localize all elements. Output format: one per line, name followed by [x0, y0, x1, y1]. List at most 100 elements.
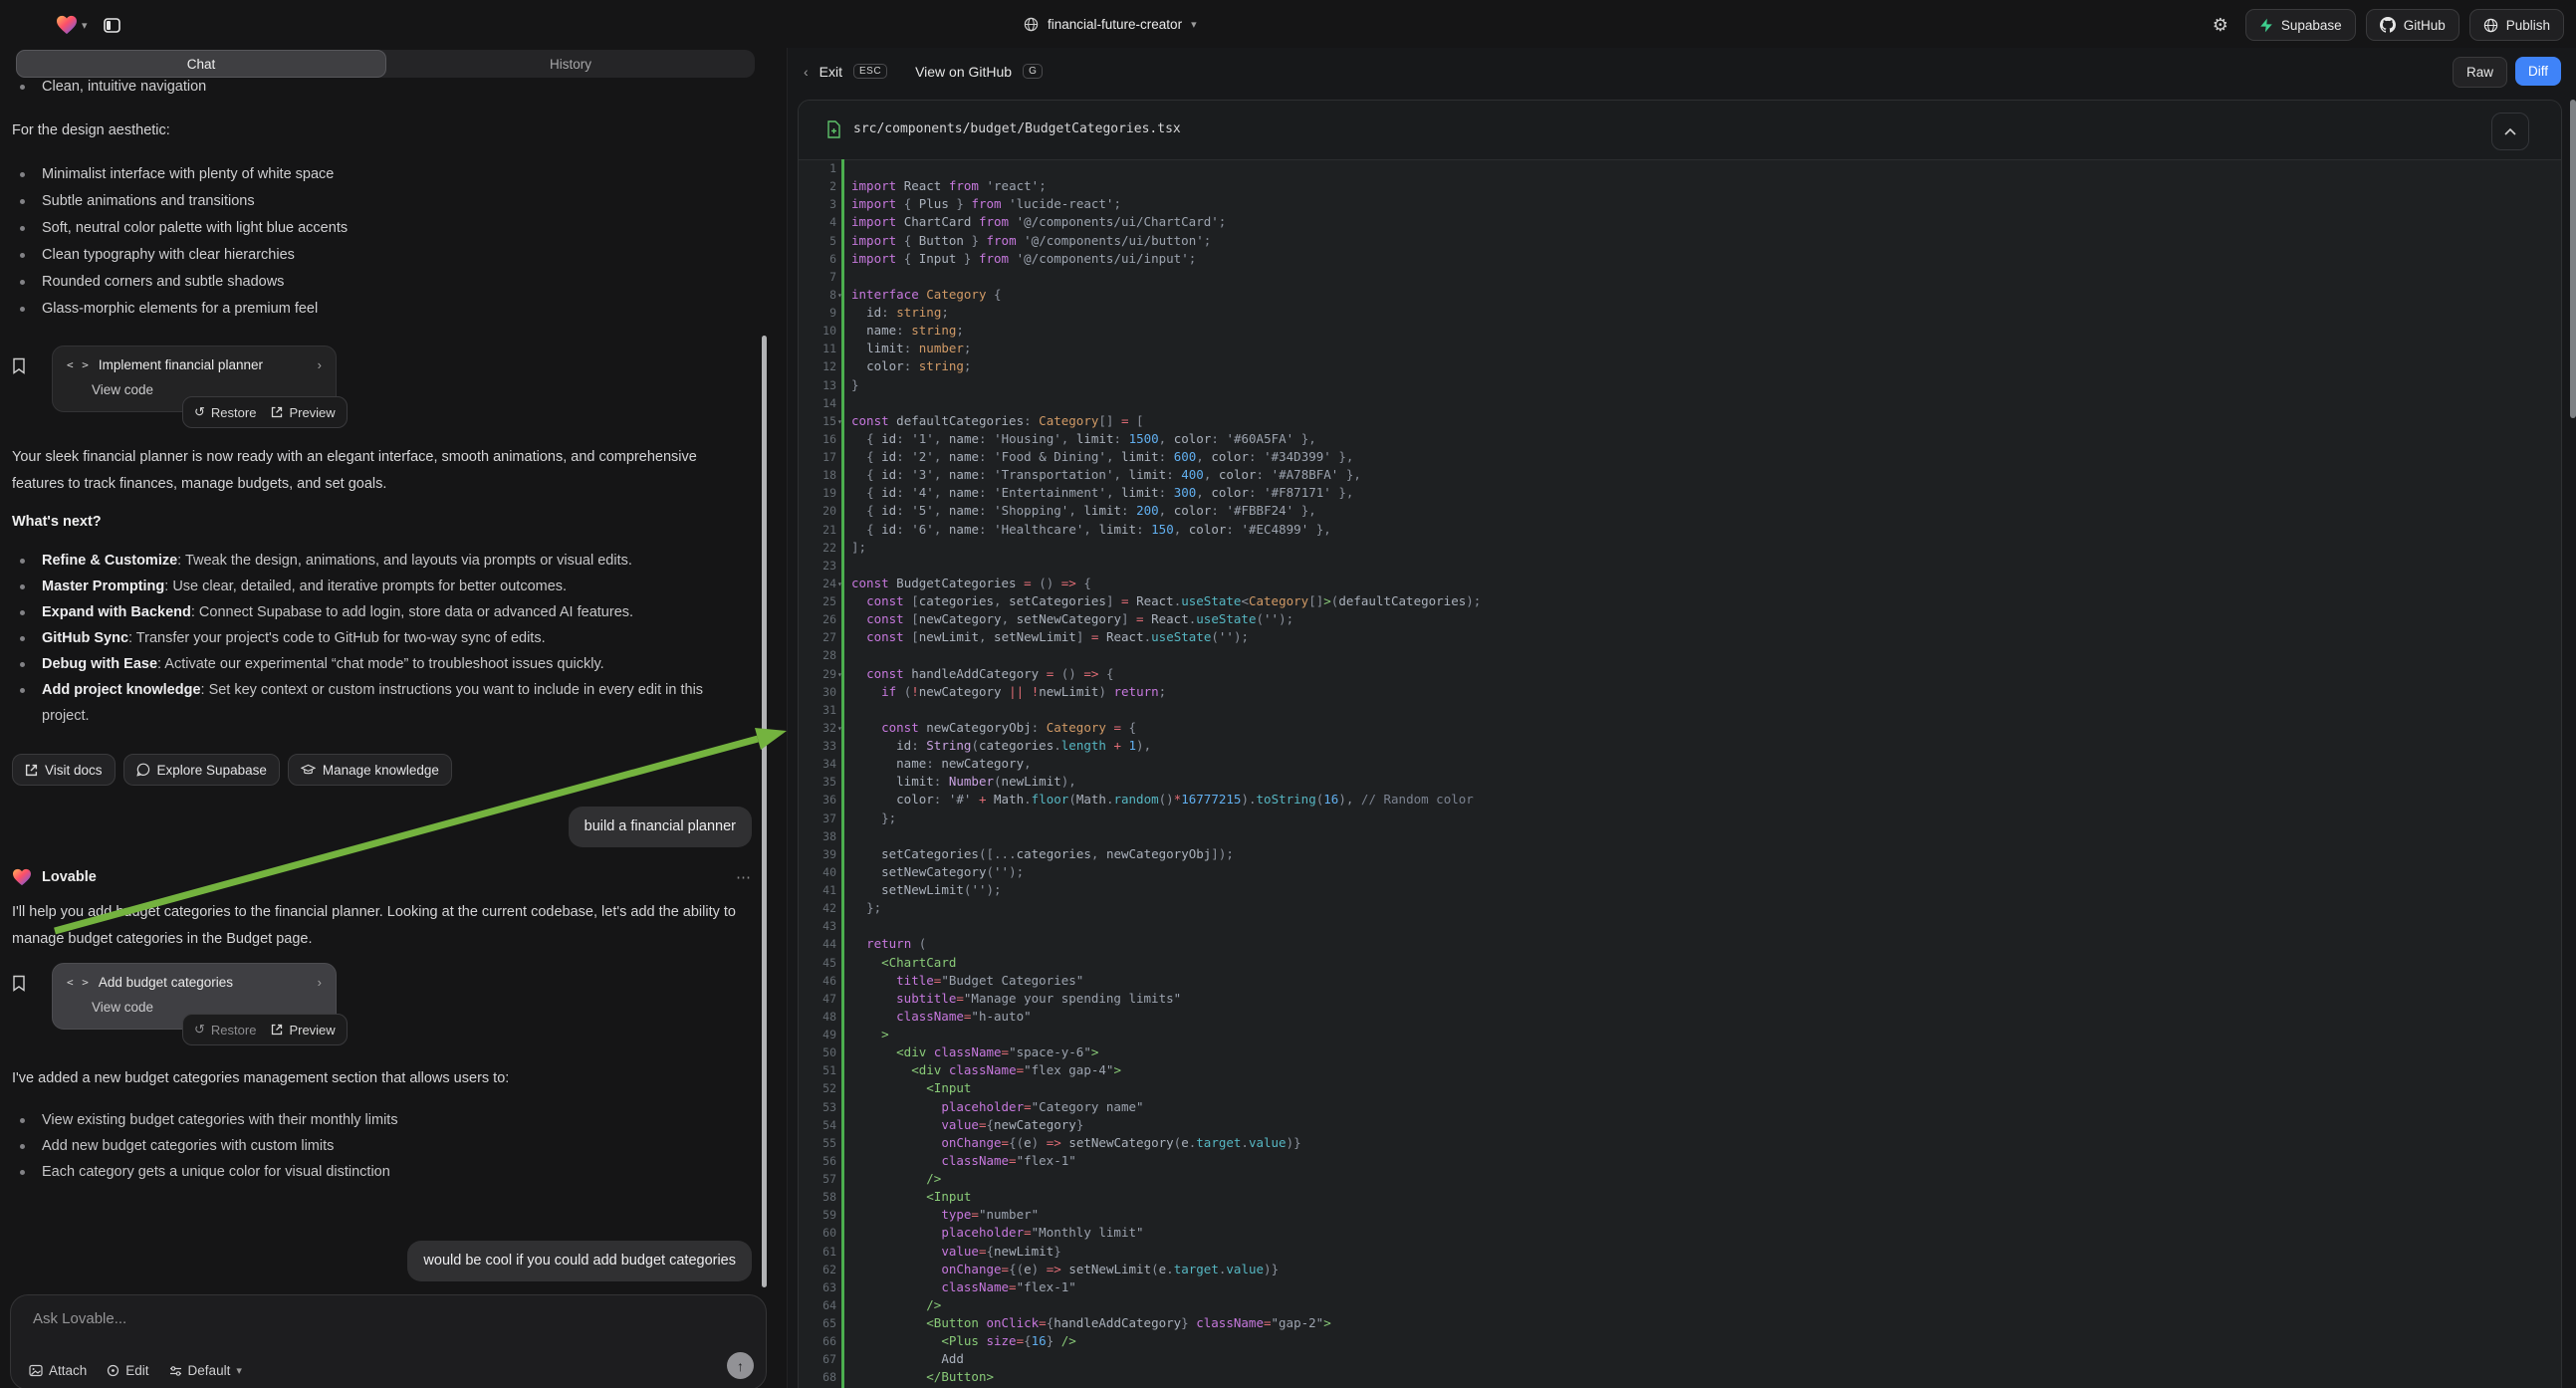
code-line: 46 title="Budget Categories" [799, 972, 2561, 990]
code-line: 9 id: string; [799, 304, 2561, 322]
code-line: 47 subtitle="Manage your spending limits… [799, 990, 2561, 1008]
code-line: 19 { id: '4', name: 'Entertainment', lim… [799, 484, 2561, 502]
code-scrollbar[interactable] [2570, 100, 2576, 418]
list-item: Debug with Ease: Activate our experiment… [12, 651, 744, 677]
file-path: src/components/budget/BudgetCategories.t… [853, 121, 1181, 136]
version-title: Implement financial planner [99, 357, 263, 372]
code-line: 58 <Input [799, 1188, 2561, 1206]
code-line: 54 value={newCategory} [799, 1116, 2561, 1134]
bookmark-icon[interactable] [12, 357, 26, 374]
code-line: 14 [799, 394, 2561, 412]
code-line: 2import React from 'react'; [799, 177, 2561, 195]
list-item: GitHub Sync: Transfer your project's cod… [12, 625, 744, 651]
manage-knowledge-button[interactable]: Manage knowledge [288, 754, 452, 786]
added-bullet-list: View existing budget categories with the… [12, 1107, 744, 1185]
code-line: 39 setCategories([...categories, newCate… [799, 845, 2561, 863]
code-line: 3import { Plus } from 'lucide-react'; [799, 195, 2561, 213]
list-item: Refine & Customize: Tweak the design, an… [12, 548, 744, 574]
version-actions: ↺Restore Preview [182, 396, 348, 428]
app-window: ▾ financial-future-creator ▾ ⚙ S [0, 0, 2576, 1388]
bookmark-icon[interactable] [12, 975, 26, 992]
view-code-link[interactable]: View code [92, 1000, 322, 1015]
chat-input[interactable] [31, 1309, 672, 1328]
restore-button[interactable]: ↺Restore [194, 404, 256, 420]
sidebar-toggle-icon[interactable] [98, 10, 127, 40]
view-on-github-link[interactable]: View on GitHub [915, 64, 1012, 80]
code-line: 55 onChange={(e) => setNewCategory(e.tar… [799, 1134, 2561, 1152]
version-title: Add budget categories [99, 975, 233, 990]
github-button[interactable]: GitHub [2366, 9, 2459, 41]
attach-button[interactable]: Attach [29, 1363, 87, 1378]
code-line: 20 { id: '5', name: 'Shopping', limit: 2… [799, 502, 2561, 520]
chevron-down-icon: ▾ [82, 19, 88, 32]
chevron-down-icon: ▾ [236, 1364, 242, 1377]
code-line: 18 { id: '3', name: 'Transportation', li… [799, 466, 2561, 484]
mode-select[interactable]: Default ▾ [169, 1363, 242, 1378]
raw-toggle-button[interactable]: Raw [2453, 57, 2507, 88]
intro-bullet-list: Clean, intuitive navigation [12, 74, 739, 101]
code-line: 28 [799, 646, 2561, 664]
supabase-button[interactable]: Supabase [2245, 9, 2356, 41]
publish-globe-icon [2483, 18, 2498, 33]
publish-button[interactable]: Publish [2469, 9, 2564, 41]
view-code-link[interactable]: View code [92, 382, 322, 397]
fold-chevron-icon: ▾ [837, 576, 842, 593]
preview-button[interactable]: Preview [271, 1023, 335, 1038]
user-message: build a financial planner [569, 807, 752, 847]
version-card[interactable]: < > Implement financial planner › View c… [52, 346, 337, 412]
code-line: 49 > [799, 1026, 2561, 1043]
external-link-icon [25, 764, 38, 777]
publish-label: Publish [2506, 18, 2550, 33]
chat-bubble-icon [136, 763, 150, 777]
explore-supabase-button[interactable]: Explore Supabase [123, 754, 280, 786]
code-line: 65 <Button onClick={handleAddCategory} c… [799, 1314, 2561, 1332]
more-options-icon[interactable]: ⋯ [736, 868, 752, 886]
code-line: 32▾ const newCategoryObj: Category = { [799, 719, 2561, 737]
list-item: Subtle animations and transitions [12, 188, 739, 215]
visit-docs-button[interactable]: Visit docs [12, 754, 116, 786]
code-icon: < > [67, 358, 90, 371]
code-line: 51 <div className="flex gap-4"> [799, 1061, 2561, 1079]
chevron-right-icon: › [318, 357, 322, 372]
preview-button[interactable]: Preview [271, 405, 335, 420]
chevron-left-icon: ‹ [804, 64, 809, 80]
code-line: 6import { Input } from '@/components/ui/… [799, 250, 2561, 268]
code-line: 24▾const BudgetCategories = () => { [799, 575, 2561, 592]
restore-button[interactable]: ↺Restore [194, 1022, 256, 1038]
code-line: 30 if (!newCategory || !newLimit) return… [799, 683, 2561, 701]
code-line: 42 }; [799, 899, 2561, 917]
list-item: Glass-morphic elements for a premium fee… [12, 296, 739, 323]
code-line: 45 <ChartCard [799, 954, 2561, 972]
version-card[interactable]: < > Add budget categories › View code ↺R… [52, 963, 337, 1030]
project-switcher[interactable]: financial-future-creator ▾ [1024, 0, 1197, 48]
code-line: 33 id: String(categories.length + 1), [799, 737, 2561, 755]
chat-scrollbar[interactable] [762, 336, 767, 1287]
diff-toggle-button[interactable]: Diff [2515, 57, 2561, 86]
collapse-file-button[interactable] [2491, 113, 2529, 150]
send-button[interactable]: ↑ [727, 1352, 754, 1379]
list-item: Clean, intuitive navigation [12, 74, 739, 101]
file-bar[interactable]: src/components/budget/BudgetCategories.t… [799, 101, 2561, 160]
code-line: 13} [799, 376, 2561, 394]
restore-icon: ↺ [194, 1022, 205, 1038]
project-name: financial-future-creator [1048, 17, 1182, 32]
fold-chevron-icon: ▾ [837, 287, 842, 305]
list-item: Rounded corners and subtle shadows [12, 269, 739, 296]
globe-icon [1024, 17, 1039, 32]
settings-gear-icon[interactable]: ⚙ [2206, 10, 2235, 40]
code-line: 37 }; [799, 810, 2561, 827]
code-line: 27 const [newLimit, setNewLimit] = React… [799, 628, 2561, 646]
code-line: 57 /> [799, 1170, 2561, 1188]
lovable-heart-icon[interactable]: ▾ [56, 15, 88, 35]
exit-button[interactable]: Exit [820, 64, 842, 80]
code-line: 1 [799, 159, 2561, 177]
github-icon [2380, 17, 2396, 33]
lovable-heart-icon [12, 868, 32, 886]
fold-chevron-icon: ▾ [837, 720, 842, 738]
target-icon [107, 1364, 119, 1377]
list-item: Clean typography with clear hierarchies [12, 242, 739, 269]
code-diff-view[interactable]: 12import React from 'react';3import { Pl… [799, 159, 2561, 1388]
code-line: 23 [799, 557, 2561, 575]
edit-button[interactable]: Edit [107, 1363, 148, 1378]
whats-next-heading: What's next? [12, 514, 102, 530]
